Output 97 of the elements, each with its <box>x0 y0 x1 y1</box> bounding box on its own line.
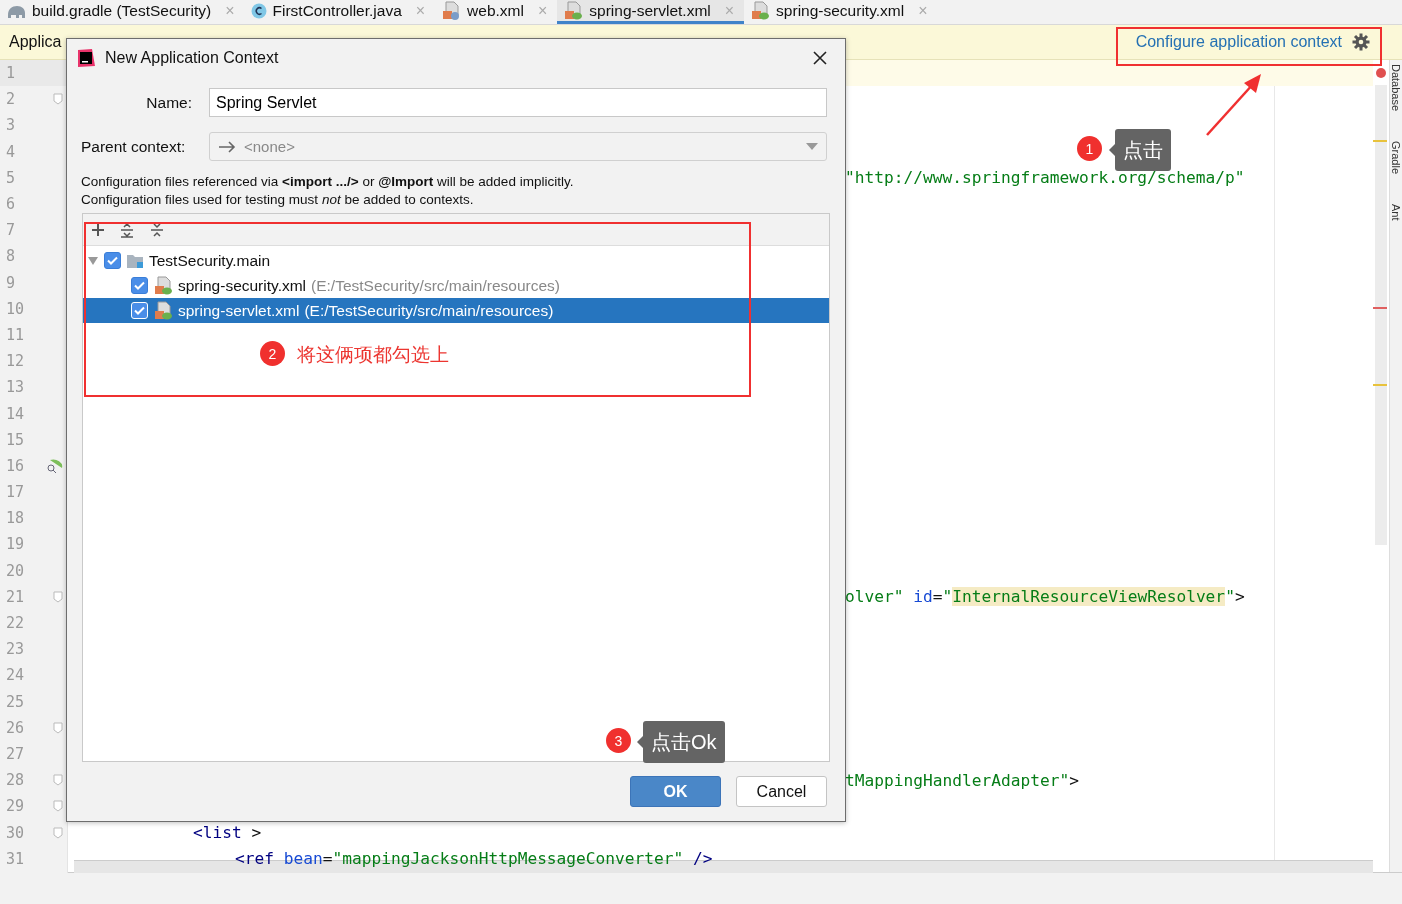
expanded-arrow-icon <box>87 254 99 267</box>
tree-row[interactable]: spring-security.xml (E:/TestSecurity/src/main/resources) <box>83 273 829 298</box>
line-number: 6 <box>6 195 16 214</box>
editor-tab[interactable]: spring-servlet.xml × <box>557 0 745 24</box>
name-field[interactable]: Spring Servlet <box>209 88 827 117</box>
field-label: Name: <box>145 93 192 112</box>
line-number: 28 <box>6 771 25 790</box>
line-number: 23 <box>6 640 25 659</box>
line-number: 15 <box>6 430 25 449</box>
add-icon <box>91 222 105 237</box>
collapse-all-icon <box>149 221 165 238</box>
checkmark-icon <box>107 256 118 265</box>
pointer-arrow <box>1204 73 1264 137</box>
editor-tab[interactable]: FirstController.java × <box>244 0 436 24</box>
line-number: 29 <box>6 797 25 816</box>
line-number: 7 <box>6 221 16 240</box>
line-number: 2 <box>6 90 16 109</box>
line-number: 24 <box>6 666 25 685</box>
field-label: Parent context: <box>81 137 187 156</box>
line-number: 4 <box>6 142 16 161</box>
step-badge: 1 <box>1077 136 1102 161</box>
configure-link[interactable]: Configure application context <box>1135 33 1342 51</box>
file-path: (E:/TestSecurity/src/main/resources) <box>304 301 554 320</box>
callout: 点击 <box>1109 129 1171 171</box>
line-number: 21 <box>6 587 25 606</box>
tool-window-tab[interactable]: Database <box>1390 64 1402 112</box>
fold-marker-icon <box>53 774 63 787</box>
line-number: 25 <box>6 692 25 711</box>
expand-all-icon <box>119 221 135 238</box>
dialog-title: New Application Context <box>105 49 280 67</box>
xml-file-leaf-icon <box>153 275 173 296</box>
line-number: 16 <box>6 456 25 475</box>
line-number: 13 <box>6 378 25 397</box>
editor-tab[interactable]: build.gradle (TestSecurity) × <box>0 0 245 24</box>
callout-pointer-icon <box>637 736 643 748</box>
ok-button[interactable]: OK <box>630 776 721 807</box>
fold-marker-icon <box>53 590 63 603</box>
arrow-right-icon <box>218 140 236 153</box>
checkmark-icon <box>134 306 145 315</box>
tree-row[interactable]: spring-servlet.xml (E:/TestSecurity/src/main/resources) <box>83 298 829 323</box>
line-number: 18 <box>6 509 25 528</box>
code-line: tMappingHandlerAdapter"> <box>845 770 1079 790</box>
annotation-text: 将这俩项都勾选上 <box>297 343 449 367</box>
app-logo-icon <box>76 48 96 68</box>
tree-row[interactable]: TestSecurity.main <box>83 248 829 273</box>
class-c-icon <box>250 2 267 19</box>
line-number: 27 <box>6 744 25 763</box>
banner-text: Applica <box>9 33 62 51</box>
line-number: 10 <box>6 299 25 318</box>
tree-item-label: spring-security.xml <box>178 276 307 295</box>
tool-window-tab[interactable]: Gradle <box>1390 141 1402 175</box>
fold-marker-icon <box>53 800 63 813</box>
editor-tab[interactable]: web.xml × <box>435 0 558 24</box>
fold-marker-icon <box>53 826 63 839</box>
line-number: 11 <box>6 325 25 344</box>
line-number: 20 <box>6 561 25 580</box>
fold-marker-icon <box>53 93 63 106</box>
cancel-button[interactable]: Cancel <box>736 776 827 807</box>
tool-window-tab[interactable]: Ant <box>1390 204 1402 221</box>
line-number: 14 <box>6 404 25 423</box>
callout: 点击Ok <box>637 721 725 763</box>
line-number: 12 <box>6 352 25 371</box>
info-text: Configuration files referenced via <import .../> or @Import will be added implicitly. <box>81 174 575 189</box>
line-number: 19 <box>6 535 25 554</box>
file-path: (E:/TestSecurity/src/main/resources) <box>311 276 560 295</box>
xml-file-leaf-icon <box>563 0 584 21</box>
line-number: 30 <box>6 823 25 842</box>
line-number: 17 <box>6 483 25 502</box>
checkbox[interactable] <box>104 252 121 269</box>
checkmark-icon <box>134 281 145 290</box>
line-number: 1 <box>6 64 16 83</box>
vertical-scrollbar[interactable] <box>1375 85 1387 545</box>
line-number: 26 <box>6 718 25 737</box>
tree-item-label: spring-servlet.xml <box>178 301 300 320</box>
code-line: "http://www.springframework.org/schema/p" <box>845 168 1245 188</box>
settings-icon <box>1352 33 1370 51</box>
checkbox[interactable] <box>131 277 148 294</box>
fold-marker-icon <box>53 721 63 734</box>
code-line: <ref bean="mappingJacksonHttpMessageConverter" /> <box>235 849 713 869</box>
folder-icon <box>126 252 144 269</box>
close-icon <box>813 51 827 65</box>
spring-bean-icon <box>45 457 63 474</box>
line-number: 9 <box>6 273 16 292</box>
callout-pointer-icon <box>1109 144 1115 156</box>
line-number: 31 <box>6 849 25 868</box>
line-number: 22 <box>6 614 25 633</box>
code-line: olver" id="InternalResourceViewResolver"> <box>845 587 1245 607</box>
editor-tab[interactable]: spring-security.xml × <box>744 0 938 24</box>
xml-file-leaf-icon <box>153 300 173 321</box>
dropdown-caret-icon <box>806 143 818 150</box>
line-number: 5 <box>6 168 16 187</box>
info-text: Configuration files used for testing must not be added to contexts. <box>81 192 475 207</box>
error-icon <box>1376 68 1386 78</box>
code-line: <list > <box>193 823 262 843</box>
tree-item-label: TestSecurity.main <box>149 251 271 270</box>
line-number: 8 <box>6 247 16 266</box>
line-number: 3 <box>6 116 16 135</box>
